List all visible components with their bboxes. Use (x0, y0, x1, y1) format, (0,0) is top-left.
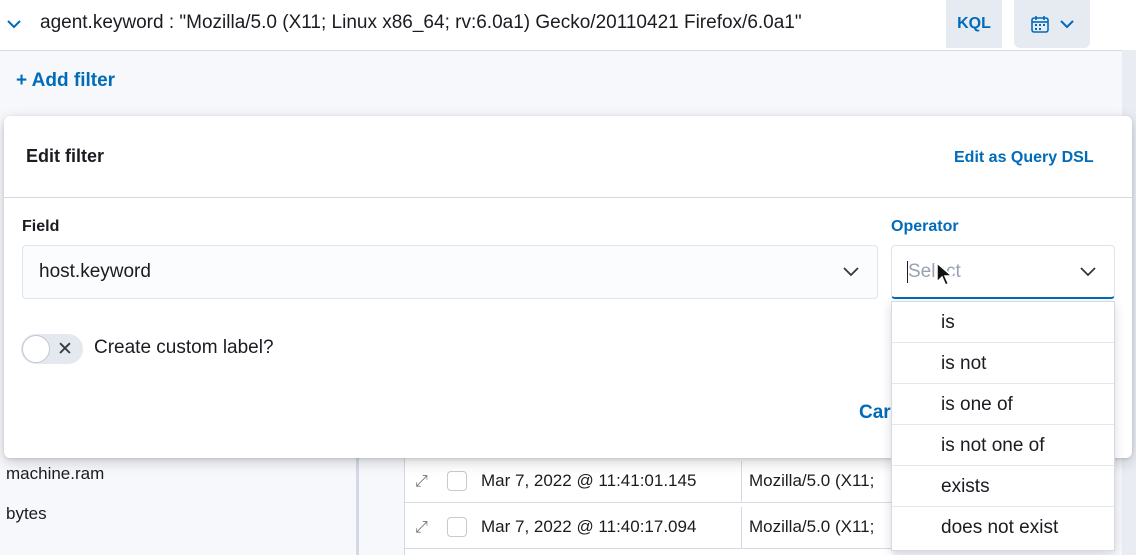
agent-cell: Mozilla/5.0 (X11; (749, 471, 875, 490)
table-row: ⤢ Mar 7, 2022 @ 11:40:17.094 Mozilla/5.0… (405, 507, 893, 549)
toggle-knob (22, 335, 50, 363)
query-input[interactable]: agent.keyword : "Mozilla/5.0 (X11; Linux… (40, 0, 802, 48)
operator-option-is-one-of[interactable]: is one of (892, 384, 1114, 425)
timestamp-cell: Mar 7, 2022 @ 11:41:01.145 (481, 471, 697, 490)
chevron-down-icon[interactable] (841, 261, 861, 281)
chevron-down-icon (1060, 20, 1074, 29)
cell-divider (741, 507, 742, 548)
operator-option-does-not-exist[interactable]: does not exist (892, 507, 1114, 548)
sidebar-divider (356, 450, 359, 555)
field-combobox[interactable]: host.keyword (22, 245, 878, 299)
add-filter-button[interactable]: + Add filter (16, 70, 115, 92)
option-label: is (941, 312, 955, 333)
option-label: is not one of (941, 435, 1045, 456)
popover-divider (4, 197, 1132, 198)
chevron-down-icon[interactable] (1078, 261, 1098, 281)
operator-option-exists[interactable]: exists (892, 466, 1114, 507)
close-icon: ✕ (57, 339, 73, 360)
option-label: is not (941, 353, 987, 374)
timestamp-cell: Mar 7, 2022 @ 11:40:17.094 (481, 517, 697, 536)
field-label: Field (22, 218, 60, 235)
operator-option-is[interactable]: is (892, 302, 1114, 343)
option-label: is one of (941, 394, 1013, 415)
option-label: does not exist (941, 517, 1059, 538)
expand-icon[interactable]: ⤢ (415, 519, 428, 537)
documents-table: ⤢ Mar 7, 2022 @ 11:41:01.145 Mozilla/5.0… (404, 455, 893, 555)
query-menu-chevron-icon[interactable] (0, 0, 28, 48)
row-checkbox[interactable] (447, 471, 467, 491)
operator-option-is-not[interactable]: is not (892, 343, 1114, 384)
field-value: host.keyword (39, 261, 151, 282)
operator-options-list: is is not is one of is not one of exists… (891, 301, 1115, 551)
operator-option-is-not-one-of[interactable]: is not one of (892, 425, 1114, 466)
table-row: ⤢ Mar 7, 2022 @ 11:41:01.145 Mozilla/5.0… (405, 461, 893, 503)
sidebar-field-machine-ram[interactable]: machine.ram (6, 464, 104, 484)
custom-label-toggle[interactable]: ✕ (21, 334, 83, 364)
option-label: exists (941, 476, 990, 497)
calendar-icon (1031, 16, 1049, 33)
edit-as-query-dsl-link[interactable]: Edit as Query DSL (954, 149, 1094, 167)
date-picker-button[interactable] (1014, 0, 1090, 48)
cancel-button[interactable]: Car (859, 402, 891, 424)
mouse-pointer-icon (936, 262, 954, 286)
cell-divider (741, 461, 742, 502)
popover-title: Edit filter (26, 146, 105, 166)
custom-label-text: Create custom label? (94, 337, 274, 358)
query-language-button[interactable]: KQL (946, 0, 1002, 48)
operator-combobox[interactable]: Select (891, 245, 1115, 299)
agent-cell: Mozilla/5.0 (X11; (749, 517, 875, 536)
operator-label: Operator (891, 218, 959, 235)
sidebar-field-bytes[interactable]: bytes (6, 504, 47, 524)
expand-icon[interactable]: ⤢ (415, 473, 428, 491)
row-checkbox[interactable] (447, 517, 467, 537)
